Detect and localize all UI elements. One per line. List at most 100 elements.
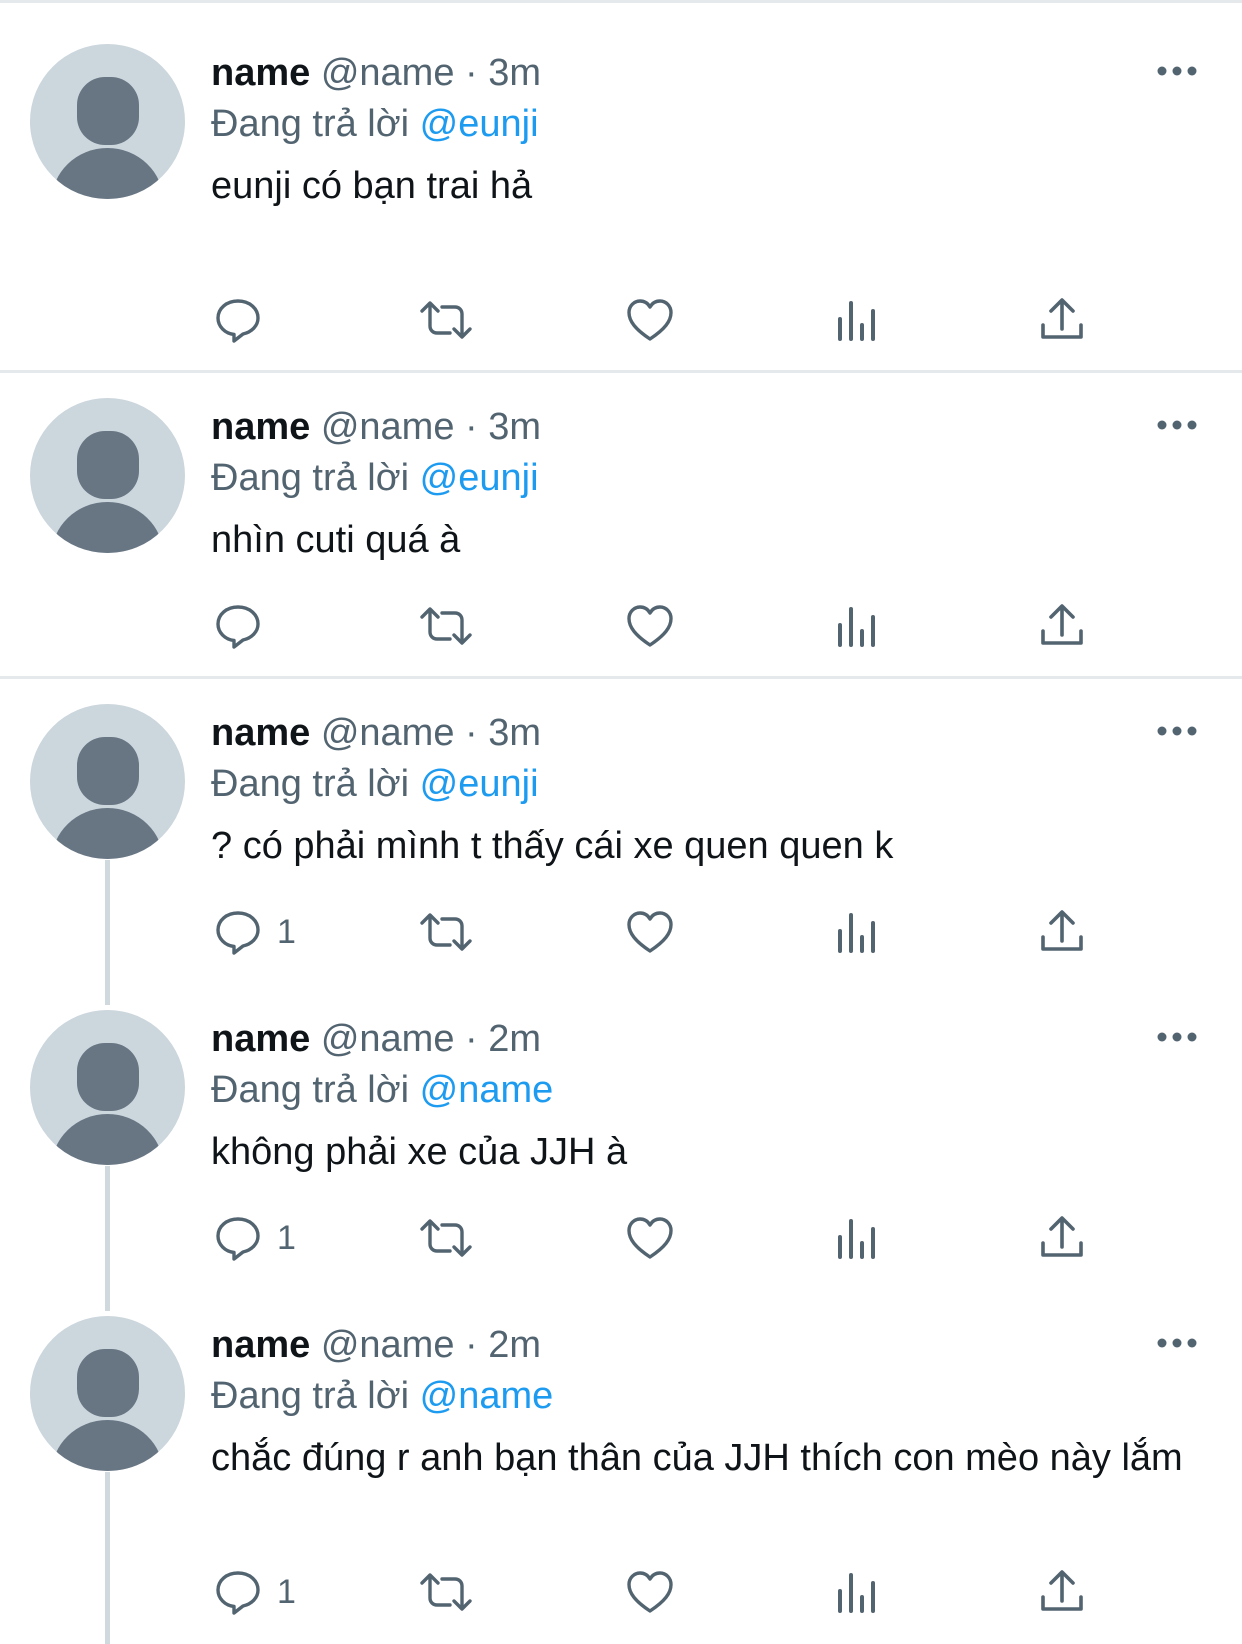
- more-options-button[interactable]: [1155, 1330, 1199, 1356]
- tweet-actions: 1: [0, 1562, 1242, 1622]
- views-button[interactable]: [832, 290, 882, 350]
- retweet-button[interactable]: [418, 290, 474, 350]
- avatar[interactable]: [30, 44, 185, 199]
- reply-count: 1: [277, 912, 296, 951]
- share-icon: [1041, 1570, 1083, 1611]
- default-avatar-icon: [51, 431, 164, 553]
- views-button[interactable]: [832, 1562, 882, 1622]
- reply-mention-link[interactable]: @name: [420, 1375, 554, 1417]
- share-button[interactable]: [1037, 1562, 1087, 1622]
- reply-mention-link[interactable]: @eunji: [420, 103, 539, 145]
- share-button[interactable]: [1037, 290, 1087, 350]
- analytics-icon: [838, 1219, 875, 1259]
- timestamp[interactable]: 2m: [488, 1018, 541, 1060]
- share-button[interactable]: [1037, 902, 1087, 962]
- views-button[interactable]: [832, 1208, 882, 1268]
- replying-to-label: Đang trả lời: [211, 457, 410, 499]
- separator-dot: ·: [465, 1324, 478, 1366]
- like-button[interactable]: [625, 596, 675, 656]
- reply-button[interactable]: 1: [213, 1562, 296, 1622]
- replying-to-line: Đang trả lời @eunji: [211, 100, 539, 148]
- reply-icon: [216, 605, 260, 649]
- timestamp[interactable]: 3m: [488, 406, 541, 448]
- replying-to-line: Đang trả lời @eunji: [211, 760, 539, 808]
- more-icon: [1157, 66, 1197, 76]
- more-options-button[interactable]: [1155, 412, 1199, 438]
- share-button[interactable]: [1037, 1208, 1087, 1268]
- retweet-button[interactable]: [418, 902, 474, 962]
- views-button[interactable]: [832, 902, 882, 962]
- timestamp[interactable]: 2m: [488, 1324, 541, 1366]
- reply-icon: [216, 1571, 260, 1615]
- display-name[interactable]: name: [211, 406, 310, 448]
- like-button[interactable]: [625, 1562, 675, 1622]
- retweet-button[interactable]: [418, 596, 474, 656]
- share-icon: [1041, 910, 1083, 951]
- reply-mention-link[interactable]: @eunji: [420, 457, 539, 499]
- separator-dot: ·: [465, 406, 478, 448]
- tweet-actions: [0, 596, 1242, 656]
- replying-to-label: Đang trả lời: [211, 103, 410, 145]
- like-button[interactable]: [625, 1208, 675, 1268]
- display-name[interactable]: name: [211, 712, 310, 754]
- display-name[interactable]: name: [211, 52, 310, 94]
- replying-to-line: Đang trả lời @name: [211, 1066, 553, 1114]
- heart-icon: [627, 299, 673, 341]
- default-avatar-icon: [51, 77, 164, 199]
- more-icon: [1157, 726, 1197, 736]
- default-avatar-icon: [51, 737, 164, 859]
- avatar[interactable]: [30, 398, 185, 553]
- share-button[interactable]: [1037, 596, 1087, 656]
- tweet-actions: 1: [0, 902, 1242, 962]
- heart-icon: [627, 605, 673, 647]
- top-divider: [0, 0, 1242, 3]
- like-button[interactable]: [625, 290, 675, 350]
- analytics-icon: [838, 913, 875, 953]
- user-handle[interactable]: @name: [321, 1018, 455, 1060]
- replying-to-line: Đang trả lời @name: [211, 1372, 553, 1420]
- retweet-button[interactable]: [418, 1562, 474, 1622]
- reply-count: 1: [277, 1572, 296, 1611]
- replying-to-label: Đang trả lời: [211, 1069, 410, 1111]
- tweet-actions: 1: [0, 1208, 1242, 1268]
- more-options-button[interactable]: [1155, 1024, 1199, 1050]
- reply-icon: [216, 299, 260, 343]
- separator-dot: ·: [465, 52, 478, 94]
- user-handle[interactable]: @name: [321, 1324, 455, 1366]
- avatar[interactable]: [30, 704, 185, 859]
- avatar[interactable]: [30, 1316, 185, 1471]
- more-options-button[interactable]: [1155, 718, 1199, 744]
- avatar[interactable]: [30, 1010, 185, 1165]
- reply-mention-link[interactable]: @name: [420, 1069, 554, 1111]
- user-handle[interactable]: @name: [321, 406, 455, 448]
- separator-dot: ·: [465, 1018, 478, 1060]
- reply-button[interactable]: 1: [213, 1208, 296, 1268]
- display-name[interactable]: name: [211, 1018, 310, 1060]
- like-button[interactable]: [625, 902, 675, 962]
- timestamp[interactable]: 3m: [488, 712, 541, 754]
- retweet-icon: [420, 607, 472, 645]
- views-button[interactable]: [832, 596, 882, 656]
- tweet-text: eunji có bạn trai hả: [211, 165, 533, 207]
- replying-to-label: Đang trả lời: [211, 763, 410, 805]
- retweet-icon: [420, 913, 472, 951]
- tweet-header: name @name · 2m: [211, 1321, 541, 1369]
- tweet-divider: [0, 370, 1242, 373]
- reply-count: 1: [277, 1218, 296, 1257]
- retweet-icon: [420, 1219, 472, 1257]
- user-handle[interactable]: @name: [321, 52, 455, 94]
- share-icon: [1041, 604, 1083, 645]
- reply-mention-link[interactable]: @eunji: [420, 763, 539, 805]
- tweet-actions: [0, 290, 1242, 350]
- heart-icon: [627, 1217, 673, 1259]
- display-name[interactable]: name: [211, 1324, 310, 1366]
- reply-button[interactable]: [213, 290, 277, 350]
- reply-button[interactable]: 1: [213, 902, 296, 962]
- more-options-button[interactable]: [1155, 58, 1199, 84]
- tweet-text: không phải xe của JJH à: [211, 1131, 628, 1173]
- user-handle[interactable]: @name: [321, 712, 455, 754]
- retweet-button[interactable]: [418, 1208, 474, 1268]
- default-avatar-icon: [51, 1349, 164, 1471]
- reply-button[interactable]: [213, 596, 277, 656]
- timestamp[interactable]: 3m: [488, 52, 541, 94]
